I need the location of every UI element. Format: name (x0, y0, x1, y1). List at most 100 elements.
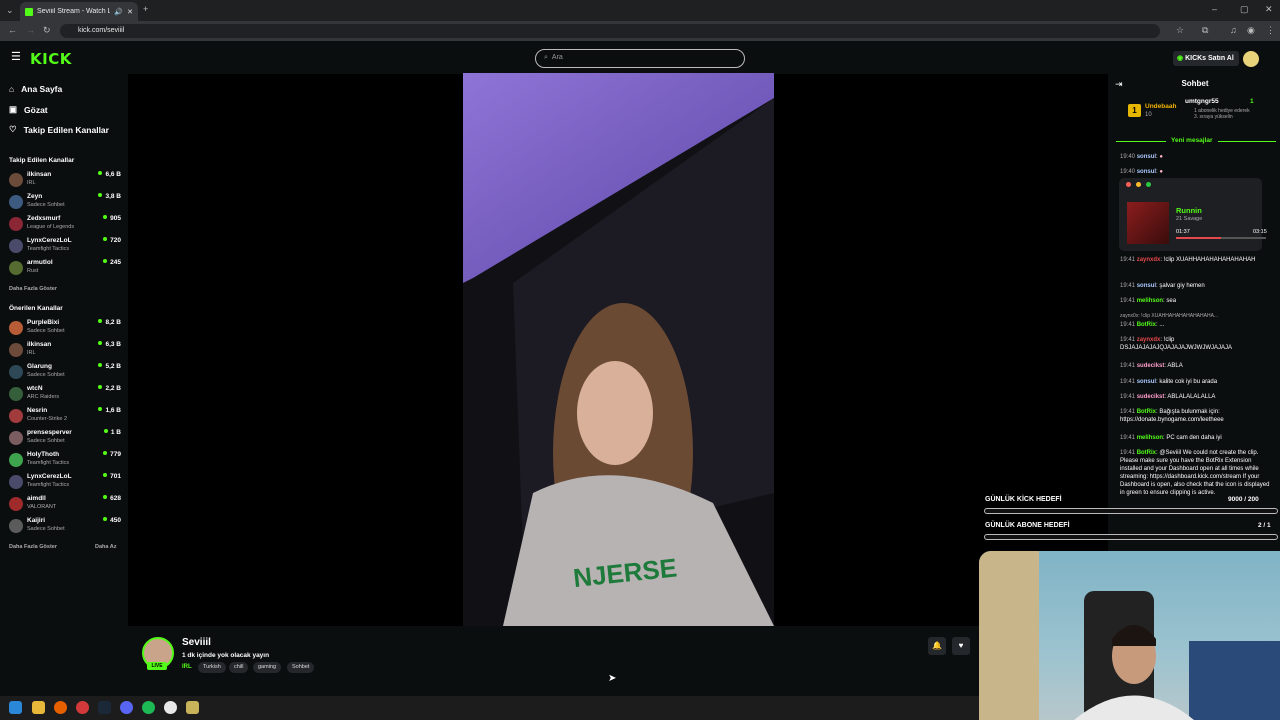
channel-viewers: 6,3 B (98, 341, 121, 348)
chat-user[interactable]: BotRix (1137, 409, 1156, 415)
channel-avatar (9, 195, 23, 209)
reload-icon[interactable]: ↻ (43, 25, 51, 36)
chat-user[interactable]: sudecikst (1137, 394, 1165, 400)
tab-list-icon[interactable]: ⌄ (6, 5, 14, 16)
buy-kicks-button[interactable]: ◉ KICKs Satın Al (1173, 51, 1239, 66)
forward-icon[interactable]: → (26, 25, 35, 35)
spotify-icon[interactable] (142, 701, 155, 714)
sidebar-channel[interactable]: Nesrin Counter-Strike 2 1,6 B (9, 406, 121, 428)
streamer-name[interactable]: Seviiil (182, 637, 211, 648)
user-avatar[interactable] (1243, 51, 1259, 67)
pinned-right-name[interactable]: umtgngr55 (1185, 98, 1219, 105)
windows-start-icon[interactable] (9, 701, 22, 714)
notification-bell-button[interactable]: 🔔 (928, 637, 946, 655)
chat-user[interactable]: zaynxdx (1137, 337, 1161, 343)
chat-user[interactable]: sonsul (1137, 379, 1156, 385)
nav-following-label: Takip Edilen Kanallar (23, 124, 109, 135)
sidebar-channel[interactable]: LynxCerezLoL Teamfight Tactics 701 (9, 472, 121, 494)
steam-icon[interactable] (98, 701, 111, 714)
chat-user[interactable]: melihson (1137, 298, 1163, 304)
chat-message: 19:41 BotRix: ... (1120, 322, 1165, 328)
tag-turkish[interactable]: Turkish (198, 662, 226, 673)
nav-home[interactable]: ⌂ Ana Sayfa (9, 84, 62, 94)
tab-close-icon[interactable]: ✕ (127, 8, 133, 16)
show-more-recommended[interactable]: Daha Fazla Göster (9, 544, 57, 550)
chat-user[interactable]: zaynxdx (1137, 257, 1161, 263)
sidebar-channel[interactable]: ilkinsan IRL 6,3 B (9, 340, 121, 362)
back-icon[interactable]: ← (8, 25, 17, 35)
follow-heart-button[interactable]: ♥ (952, 637, 970, 655)
widget-close-icon (1126, 182, 1131, 187)
chat-user[interactable]: BotRix (1137, 322, 1156, 328)
url-field[interactable]: kick.com/seviiil (60, 24, 1160, 38)
chat-title: Sohbet (1181, 79, 1209, 88)
sidebar-channel[interactable]: ilkinsan IRL 6,6 B (9, 170, 121, 192)
chat-time: 19:40 (1120, 169, 1136, 175)
app-icon-2[interactable] (186, 701, 199, 714)
extensions-icon[interactable]: ⧉ (1202, 25, 1208, 36)
chat-user[interactable]: BotRix (1137, 450, 1156, 456)
search-input[interactable]: ⌕ Ara (535, 49, 745, 68)
bookmark-star-icon[interactable]: ☆ (1176, 25, 1184, 36)
discord-icon[interactable] (120, 701, 133, 714)
chat-user[interactable]: melihson (1137, 435, 1163, 441)
nav-browse[interactable]: ▣ Gözat (9, 104, 48, 115)
hamburger-menu-icon[interactable]: ☰ (11, 50, 21, 63)
pinned-left-name[interactable]: Undebaah (1145, 103, 1176, 110)
chat-text: şalvar giy hemen (1159, 283, 1205, 289)
tag-sohbet[interactable]: Sohbet (287, 662, 315, 673)
channel-name: LynxCerezLoL (27, 237, 72, 244)
chat-user[interactable]: sonsul (1137, 154, 1156, 160)
channel-avatar (9, 261, 23, 275)
chat-text: !clip XUAHHAHAHAHAHAHAHAH (1163, 257, 1256, 263)
kick-goal-bar (984, 508, 1278, 514)
channel-viewers: 905 (103, 215, 121, 222)
browser-menu-icon[interactable]: ⋮ (1266, 25, 1275, 36)
app-icon[interactable] (76, 701, 89, 714)
kick-logo[interactable]: KICK (30, 50, 72, 68)
sidebar-channel[interactable]: PurpleBixi Sadece Sohbet 8,2 B (9, 318, 121, 340)
show-less[interactable]: Daha Az (95, 544, 117, 550)
chat-text: sea (1166, 298, 1177, 304)
chat-text: @Seviiil We could not create the clip. P… (1120, 450, 1270, 496)
chat-user[interactable]: sonsul (1137, 169, 1156, 175)
chat-user[interactable]: sonsul (1137, 283, 1156, 289)
media-icon[interactable]: ♫ (1230, 25, 1237, 35)
tab-audio-icon[interactable]: 🔊 (114, 8, 123, 16)
chat-user[interactable]: sudecikst (1137, 363, 1165, 369)
channel-viewers: 3,8 B (98, 193, 121, 200)
channel-viewers: 779 (103, 451, 121, 458)
sidebar-channel[interactable]: Zeyn Sadece Sohbet 3,8 B (9, 192, 121, 214)
kick-goal-label: GÜNLÜK KİCK HEDEFİ (985, 496, 1062, 503)
song-progress-track (1176, 237, 1266, 239)
profile-icon[interactable]: ◉ (1247, 25, 1255, 36)
tag-chill[interactable]: chill (229, 662, 249, 673)
stream-category[interactable]: IRL (182, 664, 192, 670)
kick-goal-value: 9000 / 200 (1228, 496, 1259, 503)
nav-following[interactable]: ♡ Takip Edilen Kanallar (9, 124, 109, 135)
sidebar-channel[interactable]: aimdll VALORANT 628 (9, 494, 121, 516)
sidebar-channel[interactable]: wtcN ARC Raiders 2,2 B (9, 384, 121, 406)
browser-tab[interactable]: Seviiil Stream - Watch Live 🔊 ✕ (20, 2, 138, 21)
sidebar-channel[interactable]: armutlol Rust 245 (9, 258, 121, 280)
nav-browse-label: Gözat (24, 104, 48, 115)
chat-text: Bağışta bulunmak için: https://donate.by… (1120, 409, 1224, 423)
channel-category: ARC Raiders (27, 394, 60, 400)
video-frame[interactable]: NJERSE (463, 73, 774, 626)
new-tab-icon[interactable]: + (143, 4, 148, 14)
minimize-icon[interactable]: – (1212, 4, 1217, 14)
sidebar-channel[interactable]: Glarung Sadece Sohbet 5,2 B (9, 362, 121, 384)
firefox-icon[interactable] (54, 701, 67, 714)
sidebar-channel[interactable]: LynxCerezLoL Teamfight Tactics 720 (9, 236, 121, 258)
chrome-icon[interactable] (164, 701, 177, 714)
sidebar-channel[interactable]: HolyThoth Teamfight Tactics 779 (9, 450, 121, 472)
show-more-following[interactable]: Daha Fazla Göster (9, 286, 57, 292)
sidebar-channel[interactable]: Zedxsmurf League of Legends 905 (9, 214, 121, 236)
maximize-icon[interactable]: ▢ (1240, 4, 1249, 15)
tag-gaming[interactable]: gaming (253, 662, 282, 673)
chat-reply-preview: zaynx0x: !clip XUAHHAHAHAHAHAHAHA... (1120, 313, 1219, 319)
sidebar-channel[interactable]: Kaijiri Sadece Sohbet 450 (9, 516, 121, 538)
sidebar-channel[interactable]: prensesperver Sadece Sohbet 1 B (9, 428, 121, 450)
file-explorer-icon[interactable] (32, 701, 45, 714)
window-close-icon[interactable]: ✕ (1265, 4, 1273, 15)
